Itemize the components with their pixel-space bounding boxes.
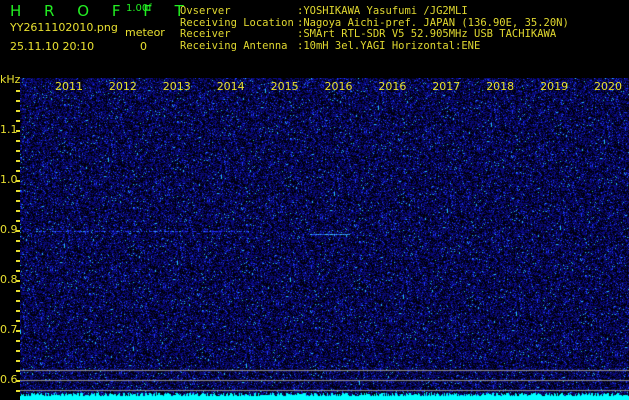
freq-label: 0.7 bbox=[0, 323, 18, 336]
app-title: H R O F F T bbox=[10, 2, 193, 20]
freq-tick bbox=[16, 90, 20, 92]
freq-label: 0.6 bbox=[0, 373, 18, 386]
station-info: Ovserver :YOSHIKAWA Yasufumi /JG2MLI Recei… bbox=[180, 5, 625, 53]
freq-tick bbox=[16, 210, 20, 212]
info-value: :SMArt RTL-SDR V5 52.905MHz USB TACHIKAW… bbox=[297, 28, 557, 40]
freq-tick bbox=[16, 270, 20, 272]
freq-tick bbox=[16, 120, 20, 122]
freq-tick bbox=[16, 360, 20, 362]
time-label: 2014 bbox=[216, 80, 245, 93]
freq-tick bbox=[16, 300, 20, 302]
freq-tick bbox=[16, 260, 20, 262]
info-value: :Nagoya Aichi-pref. JAPAN (136.90E, 35.2… bbox=[297, 16, 569, 29]
freq-tick bbox=[16, 150, 20, 152]
spectrogram bbox=[20, 78, 629, 400]
freq-label: 0.8 bbox=[0, 273, 18, 286]
time-label: 2018 bbox=[486, 80, 515, 93]
freq-tick bbox=[16, 240, 20, 242]
meteor-label: meteor bbox=[125, 26, 165, 39]
time-label: 2016 bbox=[324, 80, 353, 93]
freq-tick bbox=[16, 350, 20, 352]
freq-tick bbox=[16, 190, 20, 192]
time-label: 2011 bbox=[55, 80, 83, 93]
freq-tick bbox=[16, 390, 20, 392]
freq-tick bbox=[16, 320, 20, 322]
freq-tick bbox=[16, 310, 20, 312]
info-value: :10mH 3el.YAGI Horizontal:ENE bbox=[297, 39, 481, 52]
info-label: Receiving Antenna bbox=[180, 39, 288, 52]
freq-tick bbox=[16, 370, 20, 372]
freq-tick bbox=[16, 340, 20, 342]
freq-label: 0.9 bbox=[0, 223, 18, 236]
freq-label: 1.1 bbox=[0, 123, 18, 136]
freq-tick bbox=[16, 160, 20, 162]
datetime: 25.11.10 20:10 bbox=[10, 40, 95, 53]
info-label: Ovserver bbox=[180, 5, 231, 17]
freq-tick bbox=[16, 200, 20, 202]
time-label: 2012 bbox=[108, 80, 137, 93]
freq-tick bbox=[16, 220, 20, 222]
info-value: :YOSHIKAWA Yasufumi /JG2MLI bbox=[297, 5, 468, 17]
time-label: 2013 bbox=[162, 80, 191, 93]
time-label: 2019 bbox=[540, 80, 569, 93]
version: 1.00f bbox=[126, 3, 152, 14]
time-label: 2020 bbox=[594, 80, 622, 93]
freq-unit: kHz bbox=[0, 73, 21, 86]
freq-tick bbox=[16, 250, 20, 252]
freq-label: 1.0 bbox=[0, 173, 18, 186]
info-row: Receiving Antenna :10mH 3el.YAGI Horizont… bbox=[180, 39, 625, 53]
info-label: Receiver bbox=[180, 28, 231, 40]
freq-tick bbox=[16, 290, 20, 292]
time-label: 2017 bbox=[432, 80, 461, 93]
time-label: 2015 bbox=[270, 80, 299, 93]
filename: YY2611102010.png bbox=[10, 21, 118, 34]
meteor-count: 0 bbox=[140, 40, 147, 53]
time-label: 2016 bbox=[378, 80, 407, 93]
freq-tick bbox=[16, 140, 20, 142]
freq-tick bbox=[16, 170, 20, 172]
freq-tick bbox=[16, 100, 20, 102]
freq-tick bbox=[16, 110, 20, 112]
